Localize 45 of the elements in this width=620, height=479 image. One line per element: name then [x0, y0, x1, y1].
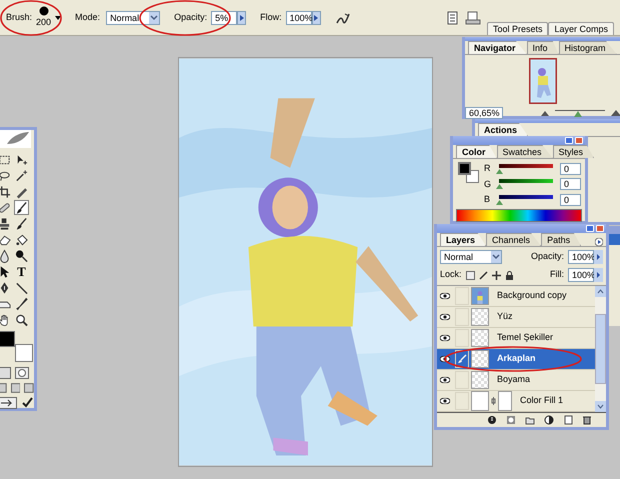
panel-tab[interactable]: Channels — [486, 233, 542, 246]
mode-label: Mode: — [75, 10, 100, 24]
layer-name: Background copy — [497, 289, 567, 302]
opacity-label: Opacity: — [530, 250, 564, 264]
layer-row[interactable]: Yüz — [437, 307, 595, 328]
panel-tab[interactable]: Actions — [478, 123, 528, 136]
palette-tab[interactable]: Tool Presets — [486, 22, 548, 35]
lock-label: Lock: — [440, 268, 462, 282]
brush-size: 200 — [36, 16, 52, 29]
layer-name: Yüz — [497, 310, 513, 324]
channel-label: B — [484, 193, 492, 206]
palette-tab[interactable]: Layer Comps — [548, 22, 614, 35]
opacity-field[interactable]: 5% — [211, 10, 238, 24]
value-field[interactable]: 0 — [560, 162, 581, 175]
zoom-field[interactable]: 60,65% — [465, 107, 503, 119]
fill-field[interactable]: 100% — [568, 268, 594, 282]
tool-button[interactable]: T — [14, 264, 29, 279]
panel-tab[interactable]: Styles — [552, 145, 594, 158]
brush-label: Brush: — [6, 10, 32, 24]
panel-tab[interactable]: Navigator — [468, 41, 527, 54]
layer-name: Temel Şekiller — [497, 331, 554, 344]
value-field[interactable]: 0 — [560, 178, 581, 190]
layer-row[interactable]: Color Fill 1 — [437, 391, 595, 412]
blend-mode-select[interactable]: Normal — [440, 250, 502, 264]
panel-tab[interactable]: Layers — [440, 233, 486, 246]
flow-label: Flow: — [260, 10, 282, 24]
panel-tab[interactable]: Histogram — [558, 41, 617, 54]
channel-label: R — [484, 162, 492, 175]
channel-label: G — [484, 178, 492, 190]
layer-name: Boyama — [497, 373, 530, 386]
flow-field[interactable]: 100% — [286, 10, 312, 24]
layer-row[interactable]: Background copy — [437, 286, 595, 307]
fill-label: Fill: — [550, 268, 564, 282]
panel-tab[interactable]: Color — [456, 145, 496, 158]
layer-name: Arkaplan — [497, 352, 536, 366]
value-field[interactable]: 0 — [560, 194, 581, 206]
layer-name: Color Fill 1 — [520, 394, 564, 408]
panel-tab[interactable]: Swatches — [496, 145, 553, 158]
mode-select[interactable]: Normal — [106, 10, 160, 24]
layer-row[interactable]: Arkaplan — [437, 349, 595, 370]
panel-tab[interactable]: Paths — [541, 233, 582, 246]
opacity-label: Opacity: — [174, 10, 208, 24]
panel-tab[interactable]: Info — [526, 41, 559, 54]
layer-row[interactable]: Boyama — [437, 370, 595, 391]
opacity-field[interactable]: 100% — [568, 250, 594, 264]
